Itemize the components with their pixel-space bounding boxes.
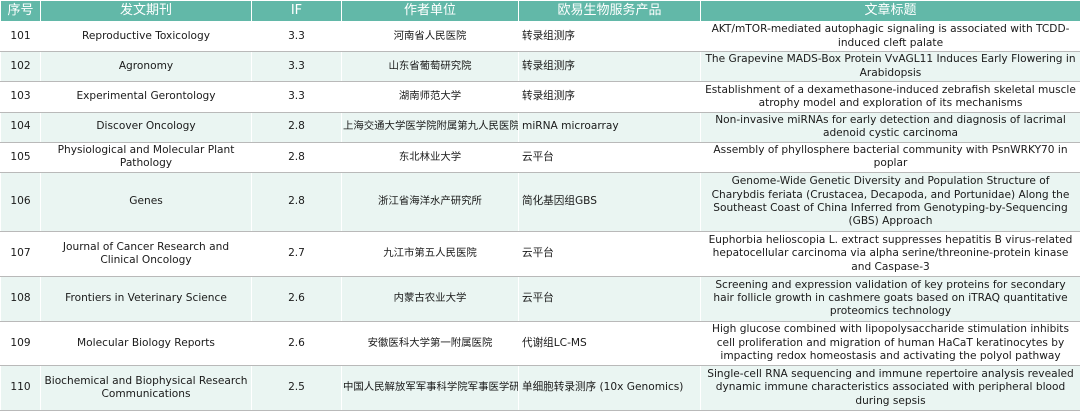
- row-service: 简化基因组GBS: [518, 171, 701, 233]
- row-title: Genome-Wide Genetic Diversity and Popula…: [700, 171, 1080, 233]
- header-impact-factor: IF: [251, 0, 342, 22]
- row-affiliation: 浙江省海洋水产研究所: [341, 171, 519, 233]
- header-title: 文章标题: [700, 0, 1080, 22]
- row-service: 转录组测序: [518, 20, 701, 53]
- row-service: 云平台: [518, 141, 701, 173]
- row-impact-factor: 2.6: [251, 275, 342, 322]
- table-row: 104 Discover Oncology 2.8 上海交通大学医学院附属第九人…: [0, 111, 1080, 143]
- row-impact-factor: 2.5: [251, 365, 342, 411]
- row-service: 转录组测序: [518, 51, 701, 83]
- row-title: Assembly of phyllosphere bacterial commu…: [700, 141, 1080, 173]
- row-service: 云平台: [518, 275, 701, 322]
- row-impact-factor: 2.8: [251, 171, 342, 233]
- row-service: 云平台: [518, 231, 701, 277]
- row-index: 103: [0, 81, 41, 113]
- row-index: 110: [0, 365, 41, 411]
- row-affiliation: 河南省人民医院: [341, 20, 519, 53]
- row-affiliation: 九江市第五人民医院: [341, 231, 519, 277]
- row-affiliation: 东北林业大学: [341, 141, 519, 173]
- row-affiliation: 中国人民解放军军事科学院军事医学研究院: [341, 365, 519, 411]
- table-row: 110 Biochemical and Biophysical Research…: [0, 365, 1080, 411]
- row-affiliation: 山东省葡萄研究院: [341, 51, 519, 83]
- header-index: 序号: [0, 0, 41, 22]
- row-title: Single-cell RNA sequencing and immune re…: [700, 365, 1080, 411]
- row-title: High glucose combined with lipopolysacch…: [700, 320, 1080, 367]
- row-title: Non-invasive miRNAs for early detection …: [700, 111, 1080, 143]
- publication-table: 序号 发文期刊 IF 作者单位 欧易生物服务产品 文章标题 101 Reprod…: [0, 0, 1080, 411]
- row-service: 转录组测序: [518, 81, 701, 113]
- row-journal: Journal of Cancer Research and Clinical …: [40, 231, 252, 277]
- row-index: 109: [0, 320, 41, 367]
- row-journal: Genes: [40, 171, 252, 233]
- row-index: 102: [0, 51, 41, 83]
- row-journal: Discover Oncology: [40, 111, 252, 143]
- row-title: Euphorbia helioscopia L. extract suppres…: [700, 231, 1080, 277]
- table-row: 103 Experimental Gerontology 3.3 湖南师范大学 …: [0, 81, 1080, 113]
- row-journal: Experimental Gerontology: [40, 81, 252, 113]
- table-row: 106 Genes 2.8 浙江省海洋水产研究所 简化基因组GBS Genome…: [0, 171, 1080, 233]
- row-journal: Frontiers in Veterinary Science: [40, 275, 252, 322]
- header-service: 欧易生物服务产品: [518, 0, 701, 22]
- row-journal: Reproductive Toxicology: [40, 20, 252, 53]
- row-service: 代谢组LC-MS: [518, 320, 701, 367]
- row-journal: Molecular Biology Reports: [40, 320, 252, 367]
- table-row: 107 Journal of Cancer Research and Clini…: [0, 231, 1080, 277]
- row-index: 105: [0, 141, 41, 173]
- row-affiliation: 安徽医科大学第一附属医院: [341, 320, 519, 367]
- row-affiliation: 上海交通大学医学院附属第九人民医院: [341, 111, 519, 143]
- header-affiliation: 作者单位: [341, 0, 519, 22]
- row-affiliation: 湖南师范大学: [341, 81, 519, 113]
- row-service: miRNA microarray: [518, 111, 701, 143]
- row-journal: Biochemical and Biophysical Research Com…: [40, 365, 252, 411]
- header-journal: 发文期刊: [40, 0, 252, 22]
- row-impact-factor: 3.3: [251, 20, 342, 53]
- table-row: 101 Reproductive Toxicology 3.3 河南省人民医院 …: [0, 20, 1080, 53]
- row-index: 101: [0, 20, 41, 53]
- row-impact-factor: 2.6: [251, 320, 342, 367]
- table-row: 109 Molecular Biology Reports 2.6 安徽医科大学…: [0, 320, 1080, 367]
- header-row: 序号 发文期刊 IF 作者单位 欧易生物服务产品 文章标题: [0, 0, 1080, 22]
- row-index: 104: [0, 111, 41, 143]
- table-row: 108 Frontiers in Veterinary Science 2.6 …: [0, 275, 1080, 322]
- row-impact-factor: 2.7: [251, 231, 342, 277]
- row-journal: Physiological and Molecular Plant Pathol…: [40, 141, 252, 173]
- row-index: 107: [0, 231, 41, 277]
- row-title: Establishment of a dexamethasone-induced…: [700, 81, 1080, 113]
- table-row: 102 Agronomy 3.3 山东省葡萄研究院 转录组测序 The Grap…: [0, 51, 1080, 83]
- row-impact-factor: 3.3: [251, 51, 342, 83]
- row-journal: Agronomy: [40, 51, 252, 83]
- row-service: 单细胞转录测序 (10x Genomics): [518, 365, 701, 411]
- table-row: 105 Physiological and Molecular Plant Pa…: [0, 141, 1080, 173]
- row-affiliation: 内蒙古农业大学: [341, 275, 519, 322]
- row-impact-factor: 2.8: [251, 111, 342, 143]
- row-title: The Grapevine MADS-Box Protein VvAGL11 I…: [700, 51, 1080, 83]
- row-title: Screening and expression validation of k…: [700, 275, 1080, 322]
- row-title: AKT/mTOR-mediated autophagic signaling i…: [700, 20, 1080, 53]
- row-impact-factor: 2.8: [251, 141, 342, 173]
- row-index: 106: [0, 171, 41, 233]
- row-index: 108: [0, 275, 41, 322]
- row-impact-factor: 3.3: [251, 81, 342, 113]
